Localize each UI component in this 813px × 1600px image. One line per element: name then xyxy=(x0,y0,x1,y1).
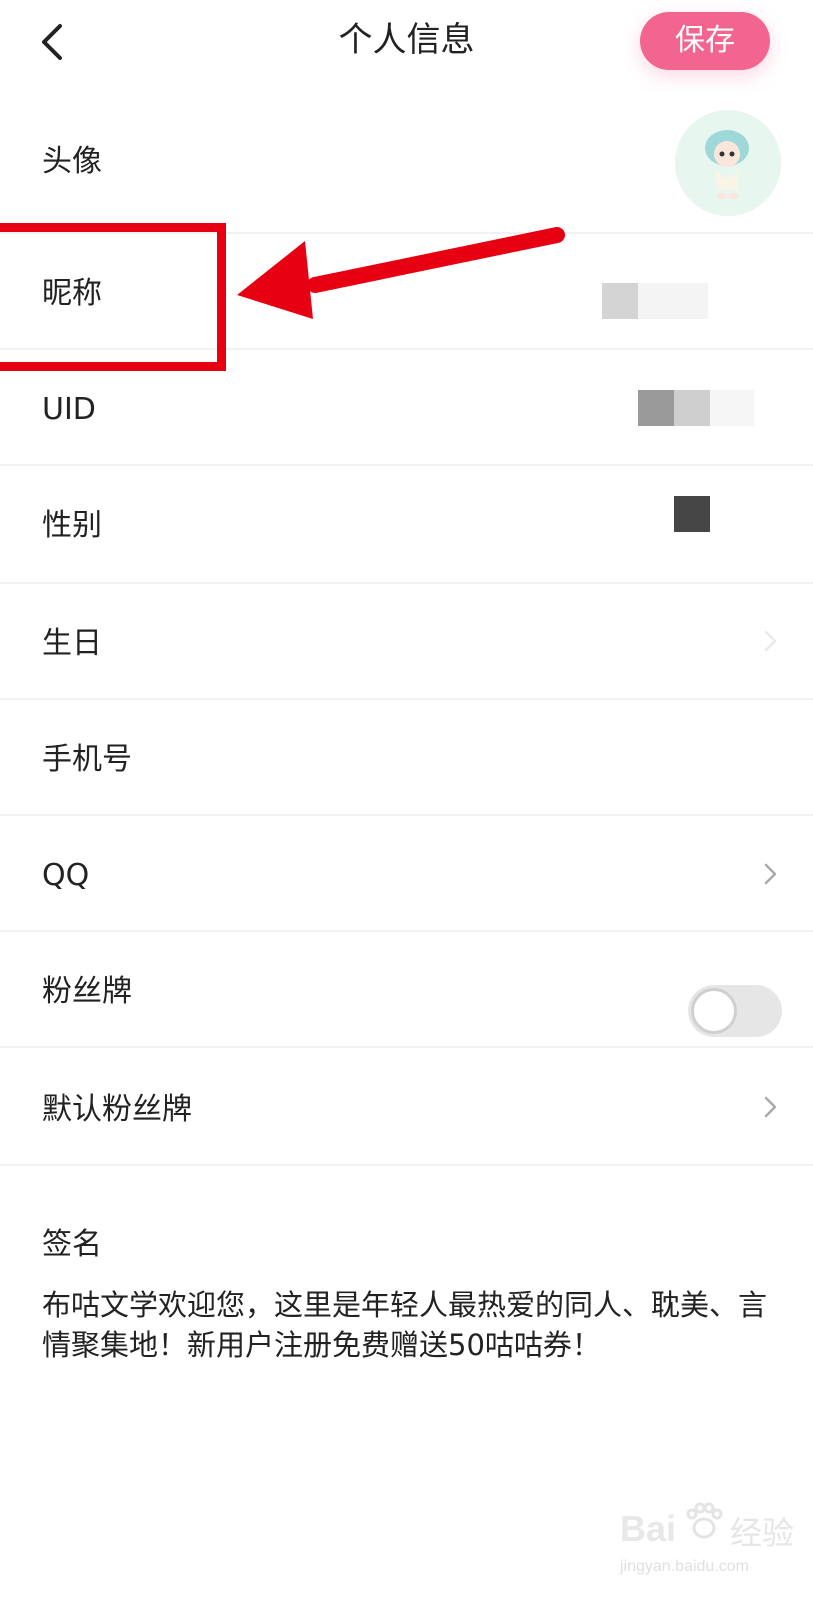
row-phone[interactable]: 手机号 xyxy=(0,700,813,816)
header-bar: 个人信息 保存 xyxy=(0,0,813,90)
nickname-value-mosaic xyxy=(638,283,708,319)
paw-icon xyxy=(686,1502,723,1539)
row-qq[interactable]: QQ xyxy=(0,816,813,932)
row-default-fan-badge[interactable]: 默认粉丝牌 xyxy=(0,1048,813,1166)
chevron-right-icon xyxy=(758,627,782,655)
row-fan-badge: 粉丝牌 xyxy=(0,932,813,1048)
signature-text[interactable]: 布咕文学欢迎您，这里是年轻人最热爱的同人、耽美、言情聚集地！新用户注册免费赠送5… xyxy=(42,1285,772,1365)
row-label-avatar: 头像 xyxy=(42,144,102,179)
gender-value-mosaic xyxy=(674,496,710,532)
row-label-fan-badge: 粉丝牌 xyxy=(42,974,132,1009)
row-label-qq: QQ xyxy=(42,858,90,893)
avatar[interactable] xyxy=(675,110,781,216)
fan-badge-toggle[interactable] xyxy=(688,985,782,1037)
watermark-cn-text: 经验 xyxy=(730,1514,795,1552)
row-birthday[interactable]: 生日 xyxy=(0,584,813,700)
uid-value-mosaic xyxy=(638,390,674,426)
uid-value-mosaic xyxy=(674,390,710,426)
watermark-logo-text: Bai xyxy=(620,1508,677,1549)
watermark-url: jingyan.baidu.com xyxy=(620,1558,749,1575)
row-label-default-fan-badge: 默认粉丝牌 xyxy=(42,1092,192,1127)
row-label-phone: 手机号 xyxy=(42,742,132,777)
toggle-knob xyxy=(691,988,737,1034)
nickname-value-mosaic xyxy=(602,283,638,319)
uid-value-mosaic xyxy=(710,390,754,426)
baidu-jingyan-watermark: Bai 经验 jingyan.baidu.com xyxy=(620,1500,800,1590)
save-button[interactable]: 保存 xyxy=(640,12,770,70)
annotation-arrow-icon xyxy=(235,225,575,335)
signature-label: 签名 xyxy=(42,1227,102,1262)
chevron-right-icon xyxy=(758,860,782,888)
annotation-highlight-box xyxy=(0,223,226,371)
row-label-birthday: 生日 xyxy=(42,626,102,661)
row-label-uid: UID xyxy=(42,392,96,427)
chevron-right-icon xyxy=(758,1093,782,1121)
row-label-gender: 性别 xyxy=(42,508,102,543)
